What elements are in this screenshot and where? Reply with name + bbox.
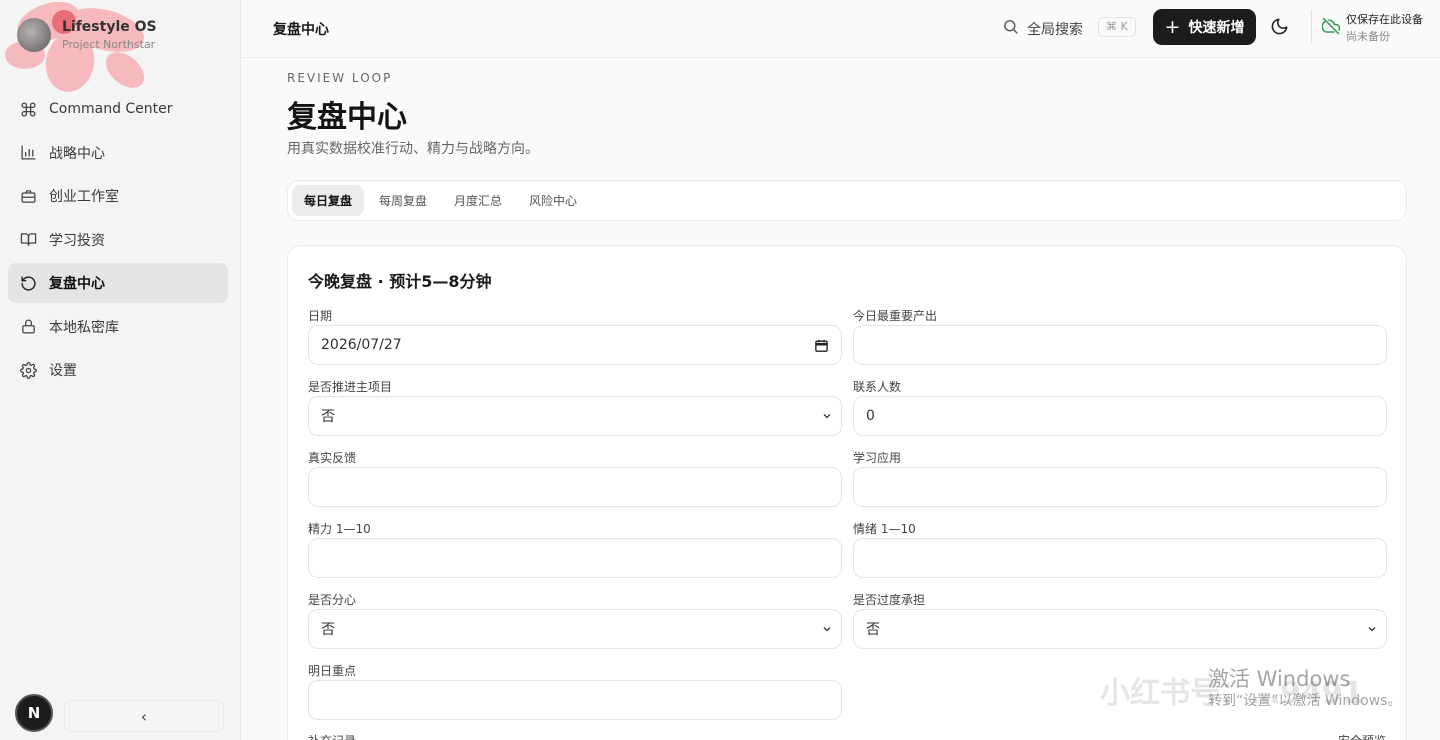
date-value: 2026/07/27 [321,337,402,353]
review-tabs: 每日复盘 每周复盘 月度汇总 风险中心 [287,180,1407,221]
command-icon [21,101,36,117]
brand-subtitle: Project Northstar [62,38,156,51]
tab-risk-center[interactable]: 风险中心 [517,185,589,216]
bar-chart-icon [21,145,36,160]
safe-preview-toggle[interactable]: 安全预览 [1338,732,1386,740]
form-title: 今晚复盘 · 预计5—8分钟 [308,272,492,291]
feedback-input[interactable] [308,467,842,507]
storage-status: 仅保存在此设备 [1346,13,1423,26]
sidebar: Lifestyle OS Project Northstar Command C… [0,0,241,740]
distracted-value: 否 [321,622,335,638]
overload-label: 是否过度承担 [853,593,926,607]
top-output-label: 今日最重要产出 [853,309,938,323]
extra-notes-label: 补充记录 [308,732,356,740]
book-open-icon [20,233,37,246]
sidebar-item-review[interactable]: 复盘中心 [8,263,228,303]
tomorrow-label: 明日重点 [308,664,357,678]
top-output-input[interactable] [853,325,1387,365]
brand: Lifestyle OS Project Northstar [0,0,240,92]
tab-monthly-summary[interactable]: 月度汇总 [442,185,514,216]
date-input[interactable]: 2026/07/27 [308,325,842,365]
sidebar-item-label: 本地私密库 [49,319,119,336]
learning-input[interactable] [853,467,1387,507]
cloud-off-icon [1322,17,1340,35]
search-icon[interactable] [1002,18,1019,35]
mood-label: 情绪 1—10 [853,522,916,536]
tomorrow-input[interactable] [308,680,842,720]
sidebar-item-strategy[interactable]: 战略中心 [8,133,228,173]
sidebar-nav: Command Center 战略中心 创业工作室 学习投资 复盘中心 本地私密… [8,89,228,394]
learning-label: 学习应用 [853,451,902,465]
main-project-label: 是否推进主项目 [308,380,393,394]
global-search-button[interactable]: 全局搜索 [1027,19,1083,39]
main-project-select[interactable]: 否 [308,396,842,436]
distracted-select[interactable]: 否 [308,609,842,649]
rotate-ccw-icon [21,275,36,291]
contacts-label: 联系人数 [853,380,902,394]
sidebar-item-label: 学习投资 [49,232,105,249]
page-subtitle: 用真实数据校准行动、精力与战略方向。 [287,141,539,157]
sidebar-item-label: 创业工作室 [49,189,119,205]
sidebar-item-private-vault[interactable]: 本地私密库 [8,307,228,347]
tab-weekly-review[interactable]: 每周复盘 [367,185,439,216]
main-project-value: 否 [321,409,335,425]
main-content: REVIEW LOOP 复盘中心 用真实数据校准行动、精力与战略方向。 每日复盘… [287,58,1407,740]
energy-label: 精力 1—10 [308,522,371,536]
user-avatar[interactable]: N [15,694,53,732]
overload-value: 否 [866,622,880,638]
overload-select[interactable]: 否 [853,609,1387,649]
topbar: 复盘中心 全局搜索 ⌘ K + 快速新增 仅保存在此设备 尚未备份 [241,0,1440,58]
page-eyebrow: REVIEW LOOP [287,71,393,85]
energy-input[interactable] [308,538,842,578]
windows-activation-subtitle: 转到“设置”以激活 Windows。 [1208,693,1402,709]
contacts-input[interactable]: 0 [853,396,1387,436]
chevron-down-icon [823,627,831,632]
sidebar-item-settings[interactable]: 设置 [8,350,228,390]
chevron-down-icon [1368,627,1376,632]
brand-name: Lifestyle OS [62,19,157,35]
chevron-down-icon [823,414,831,419]
search-shortcut-badge: ⌘ K [1098,17,1136,37]
date-label: 日期 [308,309,333,323]
contacts-value: 0 [866,408,875,424]
moon-icon[interactable] [1270,17,1289,36]
windows-activation-title: 激活 Windows [1208,667,1351,691]
backup-status: 尚未备份 [1346,30,1390,43]
brand-logo [17,18,51,52]
quick-add-button[interactable]: + 快速新增 [1153,9,1256,45]
sidebar-item-learning[interactable]: 学习投资 [8,220,228,260]
quick-add-label: 快速新增 [1188,20,1245,36]
gear-icon [20,361,37,379]
tab-daily-review[interactable]: 每日复盘 [292,185,365,216]
sidebar-collapse-button[interactable]: ‹ [64,700,224,732]
plus-icon: + [1164,15,1181,38]
calendar-icon[interactable] [814,338,829,353]
sidebar-item-command-center[interactable]: Command Center [8,89,228,129]
sidebar-item-label: Command Center [49,101,173,117]
breadcrumb: 复盘中心 [273,22,329,38]
lock-icon [22,319,35,334]
feedback-label: 真实反馈 [308,451,357,465]
sidebar-item-startup-studio[interactable]: 创业工作室 [8,176,228,216]
mood-input[interactable] [853,538,1387,578]
distracted-label: 是否分心 [308,593,357,607]
sidebar-item-label: 战略中心 [49,145,105,162]
briefcase-icon [21,189,36,203]
sidebar-item-label: 设置 [49,363,77,379]
topbar-divider [1311,10,1312,44]
page-title: 复盘中心 [287,100,407,135]
sidebar-item-label: 复盘中心 [49,276,105,292]
